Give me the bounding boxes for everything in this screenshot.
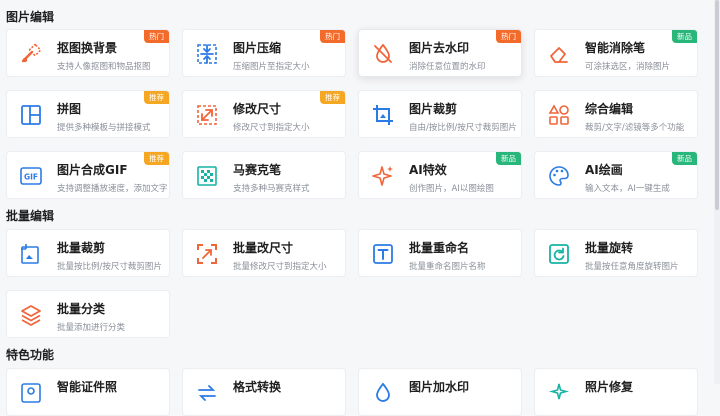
card-desc: 支持调整播放速度，添加文字 <box>57 184 168 194</box>
mosaic-icon <box>195 164 219 188</box>
card-desc: 批量添加进行分类 <box>57 323 126 333</box>
gif-icon: GIF <box>19 164 43 188</box>
card-ai-effects[interactable]: AI特效 创作图片，AI以图绘图 新品 <box>358 151 522 199</box>
card-collage[interactable]: 拼图 提供多种模板与拼接模式 推荐 <box>6 90 170 138</box>
card-desc: 压缩图片至指定大小 <box>233 62 310 72</box>
card-gif[interactable]: GIF 图片合成GIF 支持调整播放速度，添加文字 推荐 <box>6 151 170 199</box>
card-remove-watermark[interactable]: 图片去水印 消除任意位置的水印 热门 <box>358 29 522 77</box>
card-smart-eraser[interactable]: 智能消除笔 可涂抹选区，消除图片 新品 <box>534 29 698 77</box>
recommend-badge: 推荐 <box>144 152 169 165</box>
card-title: 抠图换背景 <box>57 41 118 55</box>
card-desc: 支持人像抠图和物品抠图 <box>57 62 151 72</box>
card-id-photo[interactable]: 智能证件照 <box>6 368 170 416</box>
recommend-badge: 推荐 <box>320 91 345 104</box>
resize-icon <box>195 103 219 127</box>
layers-icon <box>19 303 43 327</box>
card-desc: 可涂抹选区，消除图片 <box>585 62 671 72</box>
card-title: 拼图 <box>57 102 82 116</box>
card-batch-classify[interactable]: 批量分类 批量添加进行分类 <box>6 290 170 338</box>
card-batch-rename[interactable]: 批量重命名 批量重命名图片名称 <box>358 229 522 277</box>
card-title: 图片去水印 <box>409 41 470 55</box>
card-title: 智能消除笔 <box>585 41 646 55</box>
card-desc: 修改尺寸到指定大小 <box>233 123 310 133</box>
card-desc: 消除任意位置的水印 <box>409 62 486 72</box>
scrollbar-thumb[interactable] <box>715 0 719 210</box>
section-title-featured: 特色功能 <box>6 348 55 362</box>
eraser-icon <box>547 42 571 66</box>
batch-crop-icon <box>19 242 43 266</box>
cutout-icon <box>19 42 43 66</box>
svg-text:GIF: GIF <box>24 173 38 182</box>
card-resize[interactable]: 修改尺寸 修改尺寸到指定大小 推荐 <box>182 90 346 138</box>
recommend-badge: 推荐 <box>144 91 169 104</box>
card-title: 图片裁剪 <box>409 102 458 116</box>
card-title: 图片加水印 <box>409 380 470 394</box>
compress-icon <box>195 42 219 66</box>
card-title: 图片压缩 <box>233 41 282 55</box>
card-desc: 批量按任意角度旋转图片 <box>585 262 679 272</box>
card-cutout[interactable]: 抠图换背景 支持人像抠图和物品抠图 热门 <box>6 29 170 77</box>
vertical-scrollbar[interactable] <box>714 0 720 384</box>
card-desc: 批量修改尺寸到指定大小 <box>233 262 327 272</box>
section-title-image-edit: 图片编辑 <box>6 10 55 24</box>
card-title: 批量裁剪 <box>57 241 106 255</box>
batch-resize-icon <box>195 242 219 266</box>
card-mosaic[interactable]: 马赛克笔 支持多种马赛克样式 <box>182 151 346 199</box>
hot-badge: 热门 <box>144 30 169 43</box>
palette-icon <box>547 164 571 188</box>
card-title: 批量旋转 <box>585 241 634 255</box>
card-title: AI特效 <box>409 163 447 177</box>
card-desc: 提供多种模板与拼接模式 <box>57 123 151 133</box>
card-title: 批量改尺寸 <box>233 241 294 255</box>
card-crop[interactable]: 图片裁剪 自由/按比例/按尺寸裁剪图片 <box>358 90 522 138</box>
card-batch-crop[interactable]: 批量裁剪 批量按比例/按尺寸裁剪图片 <box>6 229 170 277</box>
new-badge: 新品 <box>672 30 697 43</box>
id-photo-icon <box>19 381 43 405</box>
watermark-icon <box>371 381 395 405</box>
card-photo-repair[interactable]: 照片修复 <box>534 368 698 416</box>
rotate-icon <box>547 242 571 266</box>
card-desc: 裁剪/文字/滤镜等多个功能 <box>585 123 685 133</box>
card-desc: 批量重命名图片名称 <box>409 262 486 272</box>
no-watermark-icon <box>371 42 395 66</box>
card-ai-painting[interactable]: AI绘画 输入文本，AI一键生成 新品 <box>534 151 698 199</box>
card-batch-resize[interactable]: 批量改尺寸 批量修改尺寸到指定大小 <box>182 229 346 277</box>
card-desc: 创作图片，AI以图绘图 <box>409 184 494 194</box>
new-badge: 新品 <box>672 152 697 165</box>
hot-badge: 热门 <box>320 30 345 43</box>
card-desc: 输入文本，AI一键生成 <box>585 184 670 194</box>
card-desc: 支持多种马赛克样式 <box>233 184 310 194</box>
crop-icon <box>371 103 395 127</box>
card-title: 图片合成GIF <box>57 163 128 177</box>
card-title: 批量重命名 <box>409 241 470 255</box>
card-format-convert[interactable]: 格式转换 <box>182 368 346 416</box>
card-title: 马赛克笔 <box>233 163 282 177</box>
collage-icon <box>19 103 43 127</box>
card-batch-rotate[interactable]: 批量旋转 批量按任意角度旋转图片 <box>534 229 698 277</box>
card-title: 照片修复 <box>585 380 634 394</box>
sparkle-icon <box>371 164 395 188</box>
card-title: 智能证件照 <box>57 380 118 394</box>
rename-icon <box>371 242 395 266</box>
card-title: 格式转换 <box>233 380 282 394</box>
card-desc: 自由/按比例/按尺寸裁剪图片 <box>409 123 517 133</box>
card-title: 修改尺寸 <box>233 102 282 116</box>
convert-icon <box>195 381 219 405</box>
multi-edit-icon <box>547 103 571 127</box>
hot-badge: 热门 <box>496 30 521 43</box>
card-multi-edit[interactable]: 综合编辑 裁剪/文字/滤镜等多个功能 <box>534 90 698 138</box>
card-add-watermark[interactable]: 图片加水印 <box>358 368 522 416</box>
card-title: 批量分类 <box>57 302 106 316</box>
card-desc: 批量按比例/按尺寸裁剪图片 <box>57 262 162 272</box>
section-title-batch-edit: 批量编辑 <box>6 209 55 223</box>
card-compress[interactable]: 图片压缩 压缩图片至指定大小 热门 <box>182 29 346 77</box>
card-title: 综合编辑 <box>585 102 634 116</box>
new-badge: 新品 <box>496 152 521 165</box>
repair-icon <box>547 381 571 405</box>
card-title: AI绘画 <box>585 163 623 177</box>
